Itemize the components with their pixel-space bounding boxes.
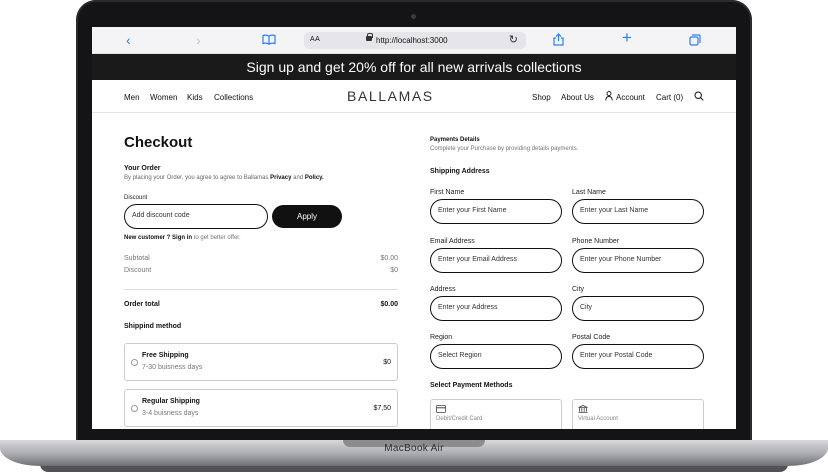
nav-link-men[interactable]: Men	[124, 93, 140, 102]
sign-in-link[interactable]: Sign in	[172, 235, 192, 241]
payment-method-label: Debit/Credit Card	[436, 416, 483, 422]
apply-button[interactable]: Apply	[272, 205, 342, 228]
shipping-option-name: Free Shipping	[142, 352, 189, 359]
discount-input[interactable]: Add discount code	[124, 204, 268, 229]
address-label: Address	[430, 286, 456, 293]
shipping-option-price: $0	[383, 359, 391, 366]
screen: ‹ › AA http://localhost:3000 ↻ + Sign up…	[92, 27, 736, 429]
payment-details-subtitle: Complete your Purchase by providing deta…	[430, 146, 579, 152]
shipping-option-free[interactable]: Free Shipping 7-30 buisness days $0	[124, 343, 398, 381]
order-total-row: Order total $0.00	[124, 301, 398, 308]
first-name-label: First Name	[430, 189, 465, 196]
site-nav: Men Women Kids Collections BALLAMAS Shop…	[92, 80, 736, 113]
payment-method-card[interactable]: Debit/Credit Card	[430, 399, 562, 429]
policy-link[interactable]: Policy.	[305, 175, 324, 181]
new-customer-text: New customer ?	[124, 235, 171, 241]
discount-row-label: Discount	[124, 267, 152, 274]
nav-link-cart[interactable]: Cart (0)	[656, 93, 683, 102]
region-select[interactable]: Select Region	[430, 344, 562, 369]
nav-link-shop[interactable]: Shop	[532, 93, 551, 102]
city-label: City	[572, 286, 585, 293]
postal-code-label: Postal Code	[572, 334, 611, 341]
nav-link-kids[interactable]: Kids	[187, 93, 203, 102]
page-title: Checkout	[124, 134, 193, 151]
radio-button[interactable]	[131, 405, 138, 412]
card-icon	[436, 405, 446, 413]
postal-code-field[interactable]: Enter your Postal Code	[572, 344, 704, 369]
city-field[interactable]: City	[572, 296, 704, 321]
last-name-label: Last Name	[572, 189, 606, 196]
order-total-label: Order total	[124, 301, 160, 308]
lock-icon	[366, 33, 373, 41]
payment-methods-heading: Select Payment Methods	[430, 382, 513, 389]
email-label: Email Address	[430, 238, 475, 245]
new-customer-note: New customer ? Sign in to get better off…	[124, 235, 241, 241]
phone-label: Phone Number	[572, 238, 620, 245]
nav-link-account[interactable]: Account	[616, 93, 645, 102]
discount-row: Discount $0	[124, 267, 398, 274]
site-logo[interactable]: BALLAMAS	[347, 88, 434, 104]
device-label: MacBook Air	[384, 443, 444, 454]
shipping-option-regular[interactable]: Regular Shipping 3-4 buisness days $7,50	[124, 389, 398, 427]
nav-link-collections[interactable]: Collections	[214, 93, 253, 102]
radio-button[interactable]	[131, 359, 138, 366]
payment-details-title: Payments Details	[430, 137, 480, 143]
bank-icon	[578, 405, 588, 413]
email-field[interactable]: Enter your Email Address	[430, 248, 562, 273]
discount-row-value: $0	[390, 267, 398, 274]
reload-icon[interactable]: ↻	[509, 33, 518, 46]
user-icon	[605, 91, 613, 101]
your-order-heading: Your Order	[124, 165, 161, 172]
subtotal-value: $0.00	[380, 255, 398, 262]
shipping-option-name: Regular Shipping	[142, 398, 200, 405]
phone-field[interactable]: Enter your Phone Number	[572, 248, 704, 273]
first-name-field[interactable]: Enter your First Name	[430, 199, 562, 224]
subtotal-row: Subtotal $0.00	[124, 255, 398, 262]
payment-method-virtual-account[interactable]: Virtual Account	[572, 399, 704, 429]
text-size-button[interactable]: AA	[310, 36, 320, 43]
nav-link-about[interactable]: About Us	[561, 93, 594, 102]
last-name-field[interactable]: Enter your Last Name	[572, 199, 704, 224]
subtotal-label: Subtotal	[124, 255, 150, 262]
url-text: http://localhost:3000	[376, 36, 448, 45]
order-note-text: By placing your Order, you agree to agre…	[124, 175, 269, 181]
shipping-method-heading: Shippind method	[124, 323, 182, 330]
bookmarks-icon[interactable]	[262, 34, 276, 45]
order-note: By placing your Order, you agree to agre…	[124, 175, 324, 181]
share-icon[interactable]	[553, 33, 564, 46]
discount-label: Discount	[124, 195, 148, 201]
address-bar[interactable]: AA http://localhost:3000 ↻	[304, 32, 526, 49]
shipping-option-days: 3-4 buisness days	[142, 410, 199, 417]
back-icon[interactable]: ‹	[126, 32, 131, 48]
divider	[124, 289, 398, 290]
browser-toolbar: ‹ › AA http://localhost:3000 ↻ +	[92, 27, 736, 54]
address-field[interactable]: Enter your Address	[430, 296, 562, 321]
region-label: Region	[430, 334, 453, 341]
payment-method-label: Virtual Account	[578, 416, 618, 422]
order-total-value: $0.00	[380, 301, 398, 308]
shipping-option-price: $7,50	[373, 405, 391, 412]
tabs-icon[interactable]	[689, 34, 701, 46]
shipping-option-days: 7-30 buisness days	[142, 364, 203, 371]
order-note-and: and	[293, 175, 304, 181]
forward-icon[interactable]: ›	[196, 32, 201, 48]
shipping-address-heading: Shipping Address	[430, 168, 490, 175]
promo-banner[interactable]: Sign up and get 20% off for all new arri…	[92, 54, 736, 80]
sign-in-suffix: to get better offer.	[193, 235, 241, 241]
privacy-link[interactable]: Privacy	[270, 175, 291, 181]
search-icon[interactable]	[694, 91, 704, 101]
nav-link-women[interactable]: Women	[150, 93, 177, 102]
camera-icon	[411, 14, 416, 19]
new-tab-icon[interactable]: +	[622, 29, 632, 46]
